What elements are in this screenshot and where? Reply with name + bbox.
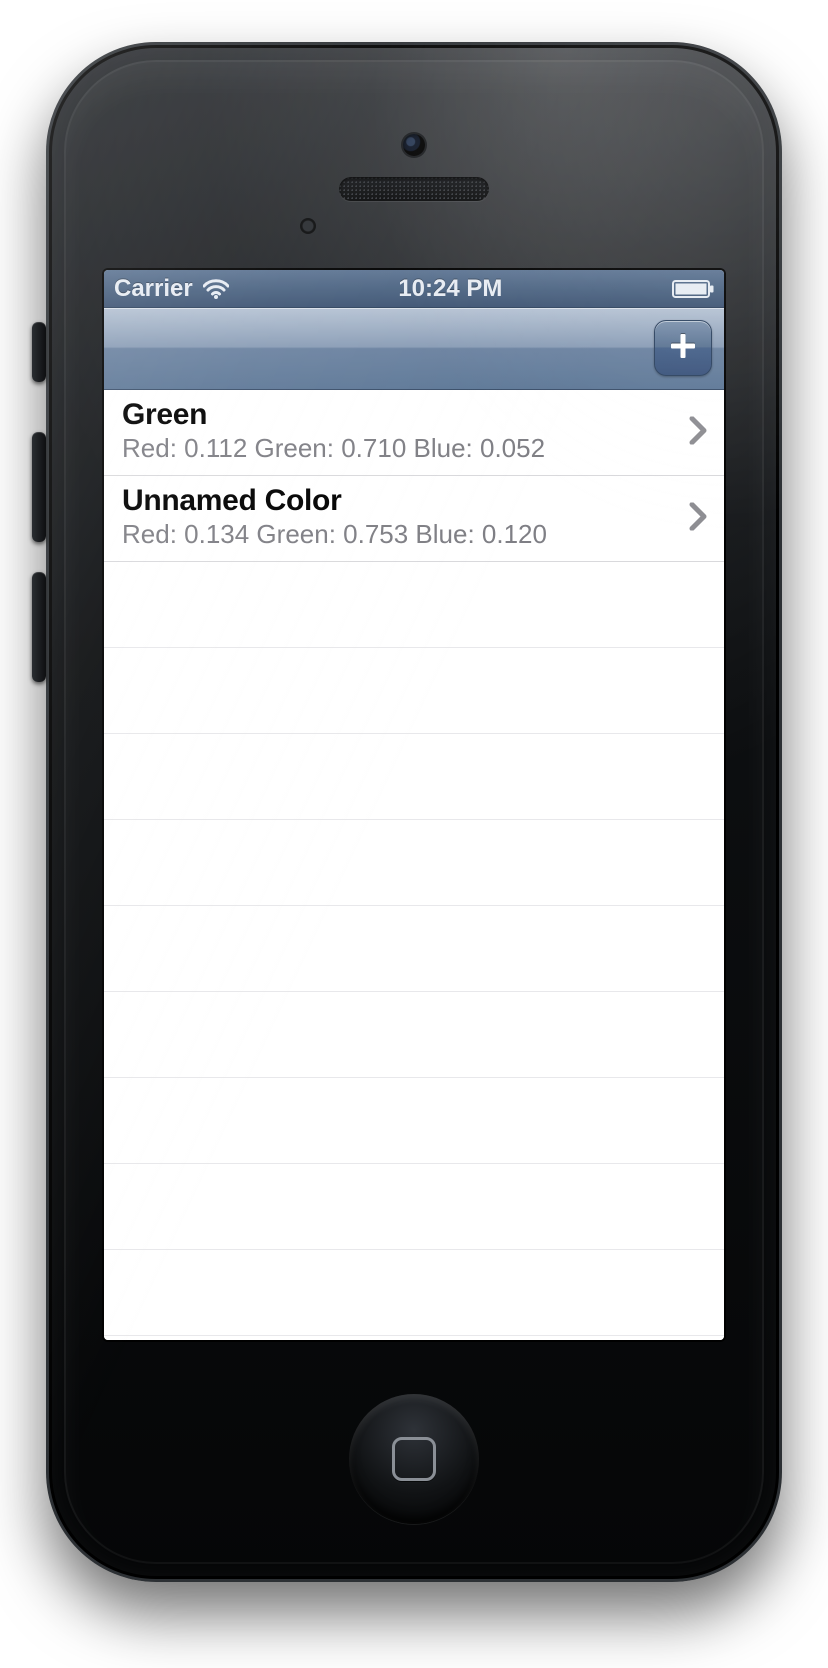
row-title: Green <box>122 398 674 431</box>
empty-row <box>104 992 724 1078</box>
volume-up-button[interactable] <box>32 432 46 542</box>
plus-icon <box>668 331 698 366</box>
navigation-bar <box>104 308 724 390</box>
volume-down-button[interactable] <box>32 572 46 682</box>
row-subtitle: Red: 0.112 Green: 0.710 Blue: 0.052 <box>122 433 674 464</box>
empty-row <box>104 1336 724 1340</box>
add-button[interactable] <box>654 320 712 376</box>
empty-row <box>104 1250 724 1336</box>
iphone-device-frame: Carrier 10:24 PM <box>46 42 782 1582</box>
wifi-icon <box>203 279 229 299</box>
mute-switch[interactable] <box>32 322 46 382</box>
empty-row <box>104 734 724 820</box>
empty-row <box>104 1078 724 1164</box>
home-button[interactable] <box>349 1394 479 1524</box>
empty-row <box>104 648 724 734</box>
chevron-right-icon <box>688 416 708 449</box>
screen: Carrier 10:24 PM <box>104 270 724 1340</box>
color-table[interactable]: Green Red: 0.112 Green: 0.710 Blue: 0.05… <box>104 390 724 1340</box>
battery-icon <box>672 280 714 298</box>
empty-row <box>104 1164 724 1250</box>
chevron-right-icon <box>688 502 708 535</box>
proximity-sensor <box>300 218 316 234</box>
row-subtitle: Red: 0.134 Green: 0.753 Blue: 0.120 <box>122 519 674 550</box>
clock-label: 10:24 PM <box>398 275 502 303</box>
empty-row <box>104 562 724 648</box>
home-square-icon <box>392 1437 436 1481</box>
empty-row <box>104 820 724 906</box>
table-row[interactable]: Green Red: 0.112 Green: 0.710 Blue: 0.05… <box>104 390 724 476</box>
front-camera <box>403 134 425 156</box>
earpiece-speaker <box>339 177 489 201</box>
empty-row <box>104 906 724 992</box>
status-bar: Carrier 10:24 PM <box>104 270 724 308</box>
row-title: Unnamed Color <box>122 484 674 517</box>
carrier-label: Carrier <box>114 275 193 303</box>
table-row[interactable]: Unnamed Color Red: 0.134 Green: 0.753 Bl… <box>104 476 724 562</box>
